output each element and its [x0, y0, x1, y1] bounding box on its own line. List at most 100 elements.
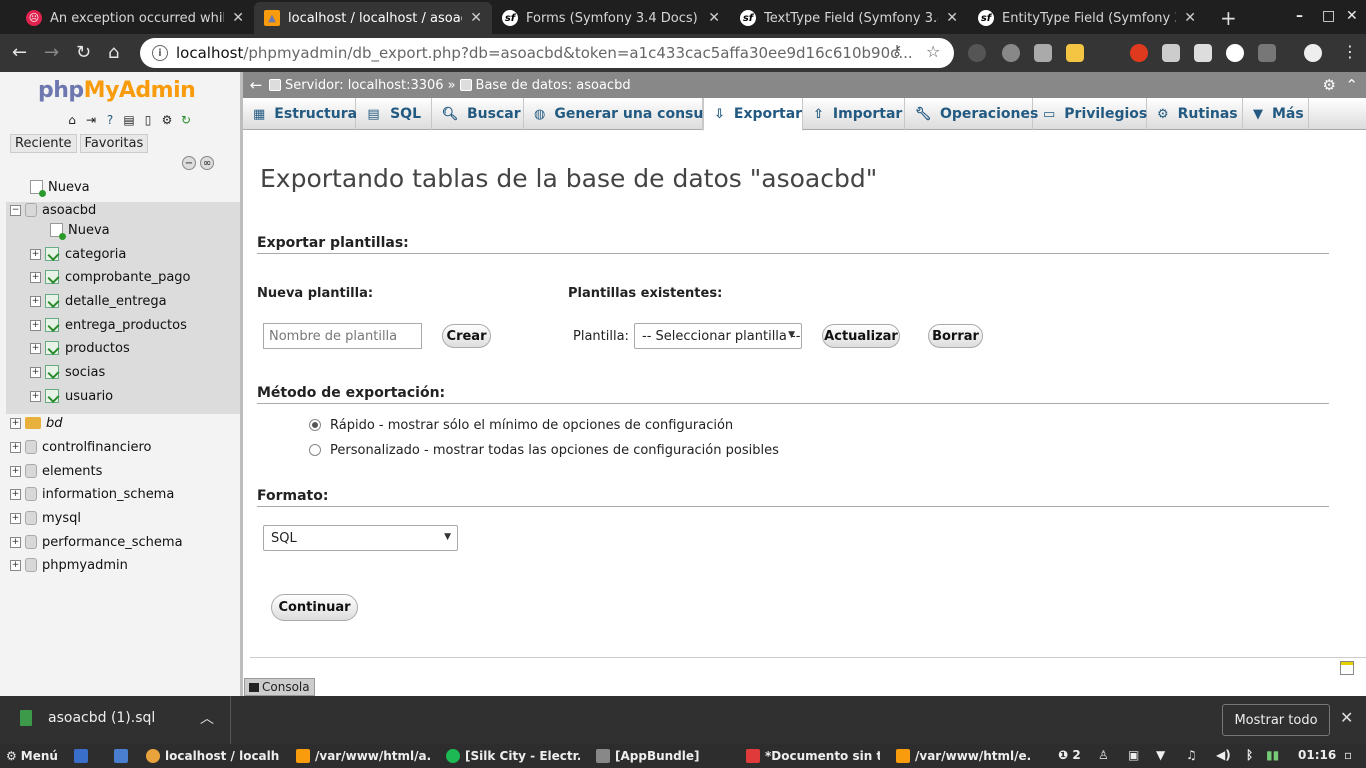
tab-buscar[interactable]: 🔍︎ Buscar	[432, 98, 524, 130]
tree-item-table[interactable]: + detalle_entrega	[0, 290, 240, 312]
tree-item-table[interactable]: + usuario	[0, 385, 240, 407]
wifi-icon[interactable]: ▼	[1156, 748, 1165, 762]
browser-tab-4[interactable]: sf TextType Field (Symfony 3.4 ✕	[730, 2, 968, 34]
expand-icon[interactable]: +	[10, 441, 21, 453]
battery-icon[interactable]: ▮▮	[1266, 748, 1279, 762]
logout-icon[interactable]: ⇥	[83, 112, 99, 128]
tree-item-asoacbd[interactable]: − asoacbd	[0, 199, 240, 221]
tree-item-new-table[interactable]: Nueva	[0, 219, 240, 241]
reload-icon[interactable]: ↻	[76, 42, 91, 63]
music-icon[interactable]: ♫	[1186, 748, 1197, 762]
radio-quick-label[interactable]: Rápido - mostrar sólo el mínimo de opcio…	[330, 418, 733, 433]
notification-area-icon[interactable]: ▫	[1344, 748, 1352, 762]
expand-icon[interactable]: +	[10, 417, 21, 429]
notes-icon[interactable]	[1340, 661, 1354, 675]
close-icon[interactable]: ✕	[708, 10, 720, 26]
expand-icon[interactable]: +	[10, 488, 21, 500]
breadcrumb-server[interactable]: Servidor: localhost:3306	[285, 78, 444, 93]
start-menu-button[interactable]: ⚙ Menú	[6, 747, 62, 765]
tree-item-database[interactable]: + controlfinanciero	[0, 436, 240, 458]
new-tab-button[interactable]: +	[1220, 6, 1237, 30]
tree-item-database[interactable]: + mysql	[0, 507, 240, 529]
minimize-icon[interactable]: –	[1296, 8, 1303, 24]
phpmyadmin-logo[interactable]: phpMyAdmin	[38, 78, 196, 103]
close-icon[interactable]: ✕	[1340, 708, 1353, 727]
format-select[interactable]: SQL ▼	[263, 525, 458, 551]
forward-arrow-icon[interactable]: →	[44, 42, 59, 63]
tree-item-database[interactable]: + performance_schema	[0, 531, 240, 553]
tab-importar[interactable]: ⇧ Importar	[803, 98, 905, 130]
chevron-up-icon[interactable]: ︿	[200, 708, 214, 728]
notification-icon[interactable]: ❶ 2	[1058, 748, 1081, 762]
expand-icon[interactable]: +	[30, 342, 41, 354]
extension-icon[interactable]	[1194, 44, 1212, 62]
browser-tab-5[interactable]: sf EntityType Field (Symfony 3.4 ✕	[968, 2, 1206, 34]
volume-icon[interactable]: ◀)	[1216, 748, 1231, 762]
browser-tab-1[interactable]: ☹ An exception occurred while ✕	[16, 2, 254, 34]
address-bar[interactable]: i localhost/phpmyadmin/db_export.php?db=…	[140, 38, 954, 68]
extension-icon[interactable]	[1066, 44, 1084, 62]
extension-icon[interactable]	[1258, 44, 1276, 62]
tab-exportar[interactable]: ⇩ Exportar	[703, 98, 803, 131]
tree-item-database[interactable]: + phpmyadmin	[0, 554, 240, 576]
browser-tab-2[interactable]: ▲ localhost / localhost / asoacbd ✕	[254, 2, 492, 34]
tab-sql[interactable]: ▤ SQL	[356, 98, 432, 130]
breadcrumb-database[interactable]: Base de datos: asoacbd	[476, 78, 631, 93]
help-icon[interactable]: ?	[102, 112, 118, 128]
radio-quick[interactable]	[309, 419, 321, 431]
panel-splitter[interactable]	[240, 72, 243, 696]
browser-tab-3[interactable]: sf Forms (Symfony 3.4 Docs) ✕	[492, 2, 730, 34]
tree-item-new[interactable]: Nueva	[0, 176, 240, 198]
expand-icon[interactable]: +	[30, 366, 41, 378]
extension-icon[interactable]	[1162, 44, 1180, 62]
collapse-all-icon[interactable]: −	[182, 156, 196, 170]
close-icon[interactable]: ✕	[1184, 10, 1196, 26]
tab-rutinas[interactable]: ⚙ Rutinas	[1147, 98, 1243, 130]
taskbar-item[interactable]: /var/www/html/a...	[296, 747, 430, 765]
close-window-icon[interactable]: ✕	[1346, 8, 1358, 24]
delete-button[interactable]: Borrar	[928, 324, 983, 348]
star-icon[interactable]: ☆	[926, 42, 940, 61]
close-icon[interactable]: ✕	[946, 10, 958, 26]
gear-icon[interactable]: ⚙	[159, 112, 175, 128]
tree-item-table[interactable]: + categoria	[0, 243, 240, 265]
radio-custom-label[interactable]: Personalizado - mostrar todas las opcion…	[330, 443, 779, 458]
maximize-icon[interactable]: □	[1322, 8, 1335, 24]
taskbar-item[interactable]: [Silk City - Electr...	[446, 747, 580, 765]
radio-custom[interactable]	[309, 444, 321, 456]
tab-generar-consulta[interactable]: ◍ Generar una consulta	[524, 98, 724, 130]
collapse-panel-icon[interactable]: ←	[247, 76, 265, 94]
tree-item-table[interactable]: + productos	[0, 337, 240, 359]
tab-mas[interactable]: ▼ Más	[1243, 98, 1309, 130]
expand-icon[interactable]: +	[10, 559, 21, 571]
tree-item-table[interactable]: + entrega_productos	[0, 314, 240, 336]
extension-icon[interactable]	[1034, 44, 1052, 62]
key-icon[interactable]: ⚷	[892, 43, 902, 59]
recent-tab[interactable]: Reciente	[10, 134, 77, 153]
expand-icon[interactable]: +	[10, 536, 21, 548]
tab-privilegios[interactable]: ▭ Privilegios	[1033, 98, 1147, 130]
tree-item-table[interactable]: + comprobante_pago	[0, 266, 240, 288]
tree-item-database[interactable]: + elements	[0, 460, 240, 482]
tab-estructura[interactable]: ▦ Estructura	[243, 98, 357, 130]
expand-icon[interactable]: +	[10, 512, 21, 524]
expand-icon[interactable]: +	[30, 271, 41, 283]
show-all-button[interactable]: Mostrar todo	[1222, 704, 1330, 736]
create-button[interactable]: Crear	[442, 324, 491, 348]
expand-icon[interactable]: +	[30, 390, 41, 402]
taskbar-item[interactable]: [AppBundle]	[596, 747, 730, 765]
taskbar-item[interactable]: *Documento sin t...	[746, 747, 880, 765]
reload-icon[interactable]: ↻	[178, 112, 194, 128]
home-icon[interactable]: ⌂	[64, 112, 80, 128]
template-select[interactable]: -- Seleccionar plantilla -- ▼	[634, 323, 802, 349]
extension-icon[interactable]	[1002, 44, 1020, 62]
update-button[interactable]: Actualizar	[822, 324, 900, 348]
link-icon[interactable]: ∞	[200, 156, 214, 170]
tree-item-database[interactable]: + bd	[0, 412, 240, 434]
console-toggle[interactable]: Consola	[244, 678, 315, 696]
docs-icon[interactable]: ▤	[121, 112, 137, 128]
show-desktop-icon[interactable]	[74, 747, 94, 765]
display-icon[interactable]: ▣	[1128, 748, 1139, 762]
expand-icon[interactable]: +	[10, 465, 21, 477]
close-icon[interactable]: ✕	[470, 10, 482, 26]
